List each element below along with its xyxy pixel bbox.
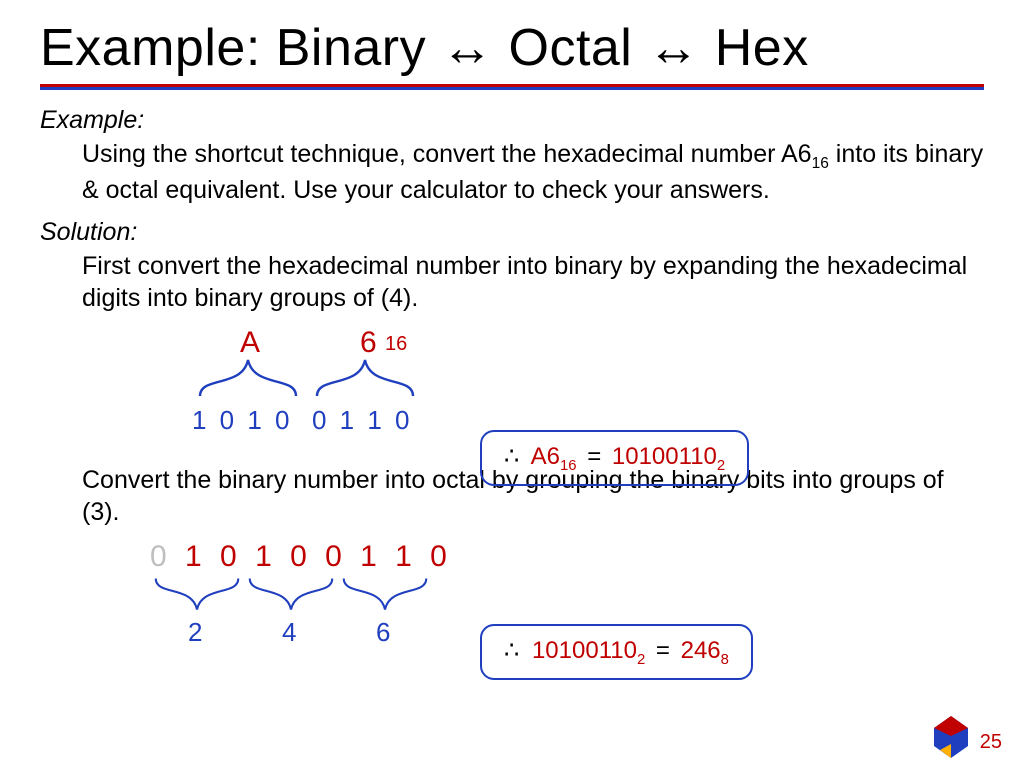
solution-label: Solution: [40,216,984,248]
example-text: Using the shortcut technique, convert th… [82,138,984,206]
hex-digit-6: 6 [360,324,377,362]
binary-group-a: 1 0 1 0 [192,404,293,437]
octal-digit-2: 4 [282,616,296,649]
solution-step-1: First convert the hexadecimal number int… [82,250,984,314]
octal-digit-3: 6 [376,616,390,649]
slide-logo-icon [928,714,974,760]
result-binary-to-octal: ∴ 101001102 = 2468 [480,624,753,680]
brace-down-icon [315,358,415,398]
slide-title: Example: Binary ↔ Octal ↔ Hex [40,18,984,78]
brace-down-icon [198,358,298,398]
binary-group-6: 0 1 1 0 [312,404,413,437]
hex-digit-a: A [240,324,260,362]
title-underline [40,84,984,90]
result-hex-to-binary: ∴ A616 = 101001102 [480,430,749,486]
brace-up-icon [154,574,240,614]
brace-up-icon [342,574,428,614]
brace-up-icon [248,574,334,614]
octal-digit-1: 2 [188,616,202,649]
binary-bits-row: 0 1 0 1 0 0 1 1 0 [150,538,452,576]
hex-base-subscript: 16 [385,332,407,358]
page-number: 25 [980,731,1002,754]
example-label: Example: [40,104,984,136]
